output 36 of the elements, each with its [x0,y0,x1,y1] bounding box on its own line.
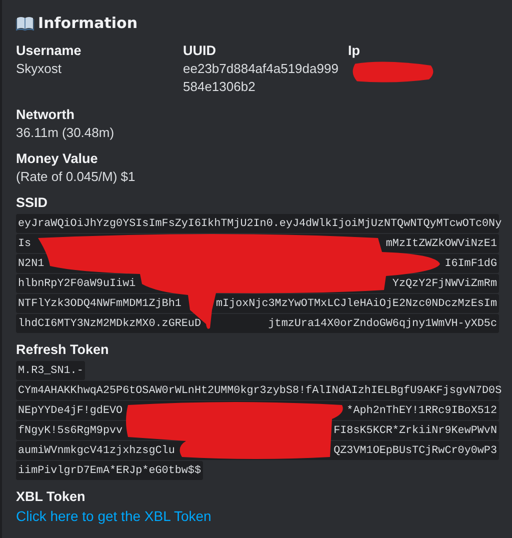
code-text: fNgyK!5s6RgM9pvv [17,424,124,436]
code-text: M.R3_SN1.- [17,364,84,376]
code-text: eyJraWQiOiJhYzg0YSIsImFsZyI6IkhTMjU2In0.eyJ4dWlkIjoiMjUzNTQwNTQyMTcwOTc0Ny [17,218,503,230]
field-name: Money Value [16,150,99,168]
field-name: UUID [183,42,217,60]
field-value: 584e1306b2 [183,78,256,96]
code-text: lhdCI6MTY3NzM2MDkzMX0.zGREuD [17,318,202,330]
embed-title: Information [38,14,138,32]
field-value: (Rate of 0.045/M) $1 [16,168,136,186]
code-text: NTFlYzk3ODQ4NWFmMDM1ZjBh1 [17,298,182,310]
code-text: QZ3VM1OEpBUsTCjRwCr0y0wP3 [332,444,498,456]
code-text: hlbnRpY2F0aW9uIiwi [17,278,137,290]
code-text: NEpYYDe4jF!gdEVO [17,404,124,416]
code-text: mIjoxNjc3MzYwOTMxLCJleHAiOjE2Nzc0NDczMzEsIm [214,298,498,310]
field-name: Refresh Token [16,341,110,359]
code-text: YzQzY2FjNWViZmRm [391,278,498,290]
book-icon [16,15,34,31]
code-text: aumiWVnmkgcV41zjxhzsgClu [17,444,176,456]
code-text: *Aph2nThEY!1RRc9IBoX512 [346,404,498,416]
code-text: FI8sK5KCR*ZrkiiNr9KewPWvN [332,424,498,436]
code-text: mMzItZWZkOWViNzE1 [384,238,498,250]
code-text: jtmzUra14X0orZndoGW6qjny1WmVH-yXD5c [267,318,498,330]
field-name: Ip [348,42,361,60]
code-text: CYm4AHAKKhwqA25P6tOSAW0rWLnHt2UMM0kgr3zybS8!fAlINdAIzhIELBgfU9AKFjsgvN7D0S [17,384,503,396]
field-name: Networth [16,106,76,124]
field-name: XBL Token [16,488,86,506]
field-value: 36.11m (30.48m) [16,124,116,142]
code-text: iimPivlgrD7EmA*ERJp*eG0tbw$$ [17,464,202,476]
field-name: Username [16,42,82,60]
code-text: I6ImF1dG [444,258,498,270]
field-name: SSID [16,194,49,212]
xbl-token-link[interactable]: Click here to get the XBL Token [16,506,498,526]
code-text: N2N1 [17,258,46,270]
field-value: ee23b7d884af4a519da999 [183,60,340,78]
field-value: Skyxost [16,60,63,78]
code-text: Is [17,238,32,250]
